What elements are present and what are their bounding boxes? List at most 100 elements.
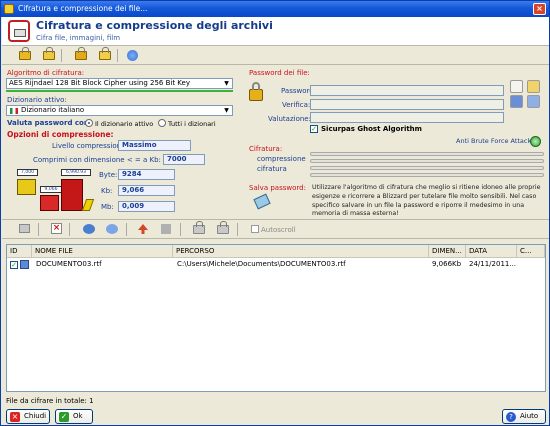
dictionary-value: Dizionario italiano [21, 106, 85, 114]
col-compressed[interactable]: C... [517, 245, 545, 258]
autoscroll-label: Autoscroll [261, 226, 296, 234]
clear-list-icon[interactable] [19, 224, 30, 233]
min-size-field[interactable]: 7000 [163, 154, 205, 165]
ok-button[interactable]: ✓ Ok [55, 409, 93, 424]
chevron-down-icon: ▼ [224, 80, 229, 87]
row-checkbox[interactable]: ✓ [10, 261, 18, 269]
dict-label: Dizionario attivo: [7, 96, 67, 104]
help-button[interactable]: ? Aiuto [502, 409, 546, 424]
open-folder-icon[interactable] [527, 80, 540, 93]
lock-icon[interactable] [19, 47, 31, 60]
byte-label: Byte: [99, 171, 118, 179]
move-down-icon[interactable] [161, 224, 171, 234]
lock-folder-icon[interactable] [75, 47, 87, 60]
col-name[interactable]: NOME FILE [32, 245, 173, 258]
cipher-logo-icon [8, 20, 30, 42]
padlock-shackle [252, 82, 260, 90]
toolbar-separator [126, 223, 127, 236]
unlock-file-icon[interactable] [217, 221, 229, 234]
settings-icon[interactable] [127, 50, 138, 61]
anti-brute-label: Anti Brute Force Attack [456, 137, 532, 145]
add-folder-icon[interactable] [106, 224, 118, 234]
unlock-icon[interactable] [43, 47, 55, 60]
size-label-mid: 9,066 [40, 186, 62, 193]
close-button[interactable]: × Chiudi [6, 409, 50, 424]
remove-file-icon[interactable]: × [51, 223, 62, 234]
compression-title: Opzioni di compressione: [7, 130, 114, 139]
rating-label: Valutazione: [268, 115, 311, 123]
status-text: File da cifrare in totale: 1 [6, 397, 94, 405]
add-file-icon[interactable] [83, 224, 95, 234]
italy-flag-icon [10, 108, 18, 114]
chevron-down-icon: ▼ [224, 107, 229, 114]
keys-icon[interactable] [510, 80, 523, 93]
mb-field: 0,009 [118, 201, 175, 212]
algorithm-value: AES Rijndael 128 Bit Block Cipher using … [9, 79, 190, 87]
close-icon: × [10, 412, 20, 422]
unlock-folder-icon[interactable] [99, 47, 111, 60]
cipher-progress-label: cifratura [257, 165, 287, 173]
anti-brute-icon[interactable] [530, 136, 541, 147]
size-label-small: 7,000 [17, 169, 38, 176]
progress-bar-3 [310, 166, 544, 170]
ghost-algorithm-checkbox[interactable]: ✓ [310, 125, 318, 133]
dictionary-select[interactable]: Dizionario italiano ▼ [6, 105, 233, 116]
password-input[interactable] [310, 85, 504, 96]
header-title: Cifratura e compressione degli archivi [36, 19, 273, 32]
algo-label: Algoritmo di cifratura: [7, 69, 85, 77]
row-file-name: DOCUMENTO03.rtf [36, 260, 102, 268]
header-subtitle: Cifra file, immagini, film [36, 34, 121, 42]
size-label-big: 6,990.93 [61, 169, 91, 176]
compression-level-field[interactable]: Massimo [118, 140, 191, 151]
mid-box-icon [40, 195, 59, 211]
main-window: Cifratura e compressione dei file... × C… [0, 0, 550, 426]
row-file-date: 24/11/2011... [469, 260, 517, 268]
col-size[interactable]: DIMEN... [429, 245, 466, 258]
top-toolbar [2, 46, 549, 65]
save-password-label: Salva password: [249, 184, 306, 192]
validate-label: Valuta password con: [7, 119, 92, 127]
progress-bar-1 [310, 152, 544, 156]
verify-input[interactable] [310, 99, 504, 110]
row-file-path: C:\Users\Michele\Documents\DOCUMENTO03.r… [177, 260, 346, 268]
move-up-icon[interactable] [138, 224, 148, 234]
app-icon [4, 4, 14, 14]
autoscroll-checkbox[interactable] [251, 225, 259, 233]
close-button-label: Chiudi [24, 412, 47, 420]
kb-field: 9,066 [118, 185, 175, 196]
radio-active-label: Il dizionario attivo [95, 120, 154, 128]
progress-bar-2 [310, 159, 544, 163]
padlock-icon [249, 89, 263, 101]
info-text: Utilizzare l'algoritmo di cifratura che … [312, 184, 541, 218]
col-date[interactable]: DATA [466, 245, 517, 258]
mb-label: Mb: [101, 203, 114, 211]
close-window-button[interactable]: × [533, 3, 546, 15]
min-size-label: Comprimi con dimensione < = a Kb: [33, 156, 161, 164]
kb-label: Kb: [101, 187, 113, 195]
file-table: ID NOME FILE PERCORSO DIMEN... DATA C...… [6, 244, 546, 392]
radio-all-dictionaries[interactable] [158, 119, 166, 127]
progress-bar-4 [310, 173, 544, 177]
file-toolbar: × Autoscroll [2, 219, 549, 239]
toolbar-separator [69, 223, 70, 236]
col-path[interactable]: PERCORSO [173, 245, 429, 258]
ok-button-label: Ok [73, 412, 83, 420]
rating-field [310, 112, 504, 123]
save-password-icon[interactable] [253, 193, 271, 210]
window-title: Cifratura e compressione dei file... [18, 4, 148, 13]
file-icon [20, 260, 29, 269]
toolbar-separator [180, 223, 181, 236]
compression-progress-label: compressione [257, 155, 306, 163]
help-button-label: Aiuto [520, 412, 539, 420]
password-title: Password dei file: [249, 69, 310, 77]
save-disk-icon[interactable] [510, 95, 523, 108]
col-id[interactable]: ID [7, 245, 32, 258]
refresh-icon[interactable] [527, 95, 540, 108]
title-bar: Cifratura e compressione dei file... × [1, 1, 549, 17]
lock-file-icon[interactable] [193, 221, 205, 234]
toolbar-separator [237, 223, 238, 236]
algorithm-select[interactable]: AES Rijndael 128 Bit Block Cipher using … [6, 78, 233, 89]
cipher-progress-title: Cifratura: [249, 145, 283, 153]
radio-active-dictionary[interactable] [85, 119, 93, 127]
radio-all-label: Tutti i dizionari [168, 120, 216, 128]
